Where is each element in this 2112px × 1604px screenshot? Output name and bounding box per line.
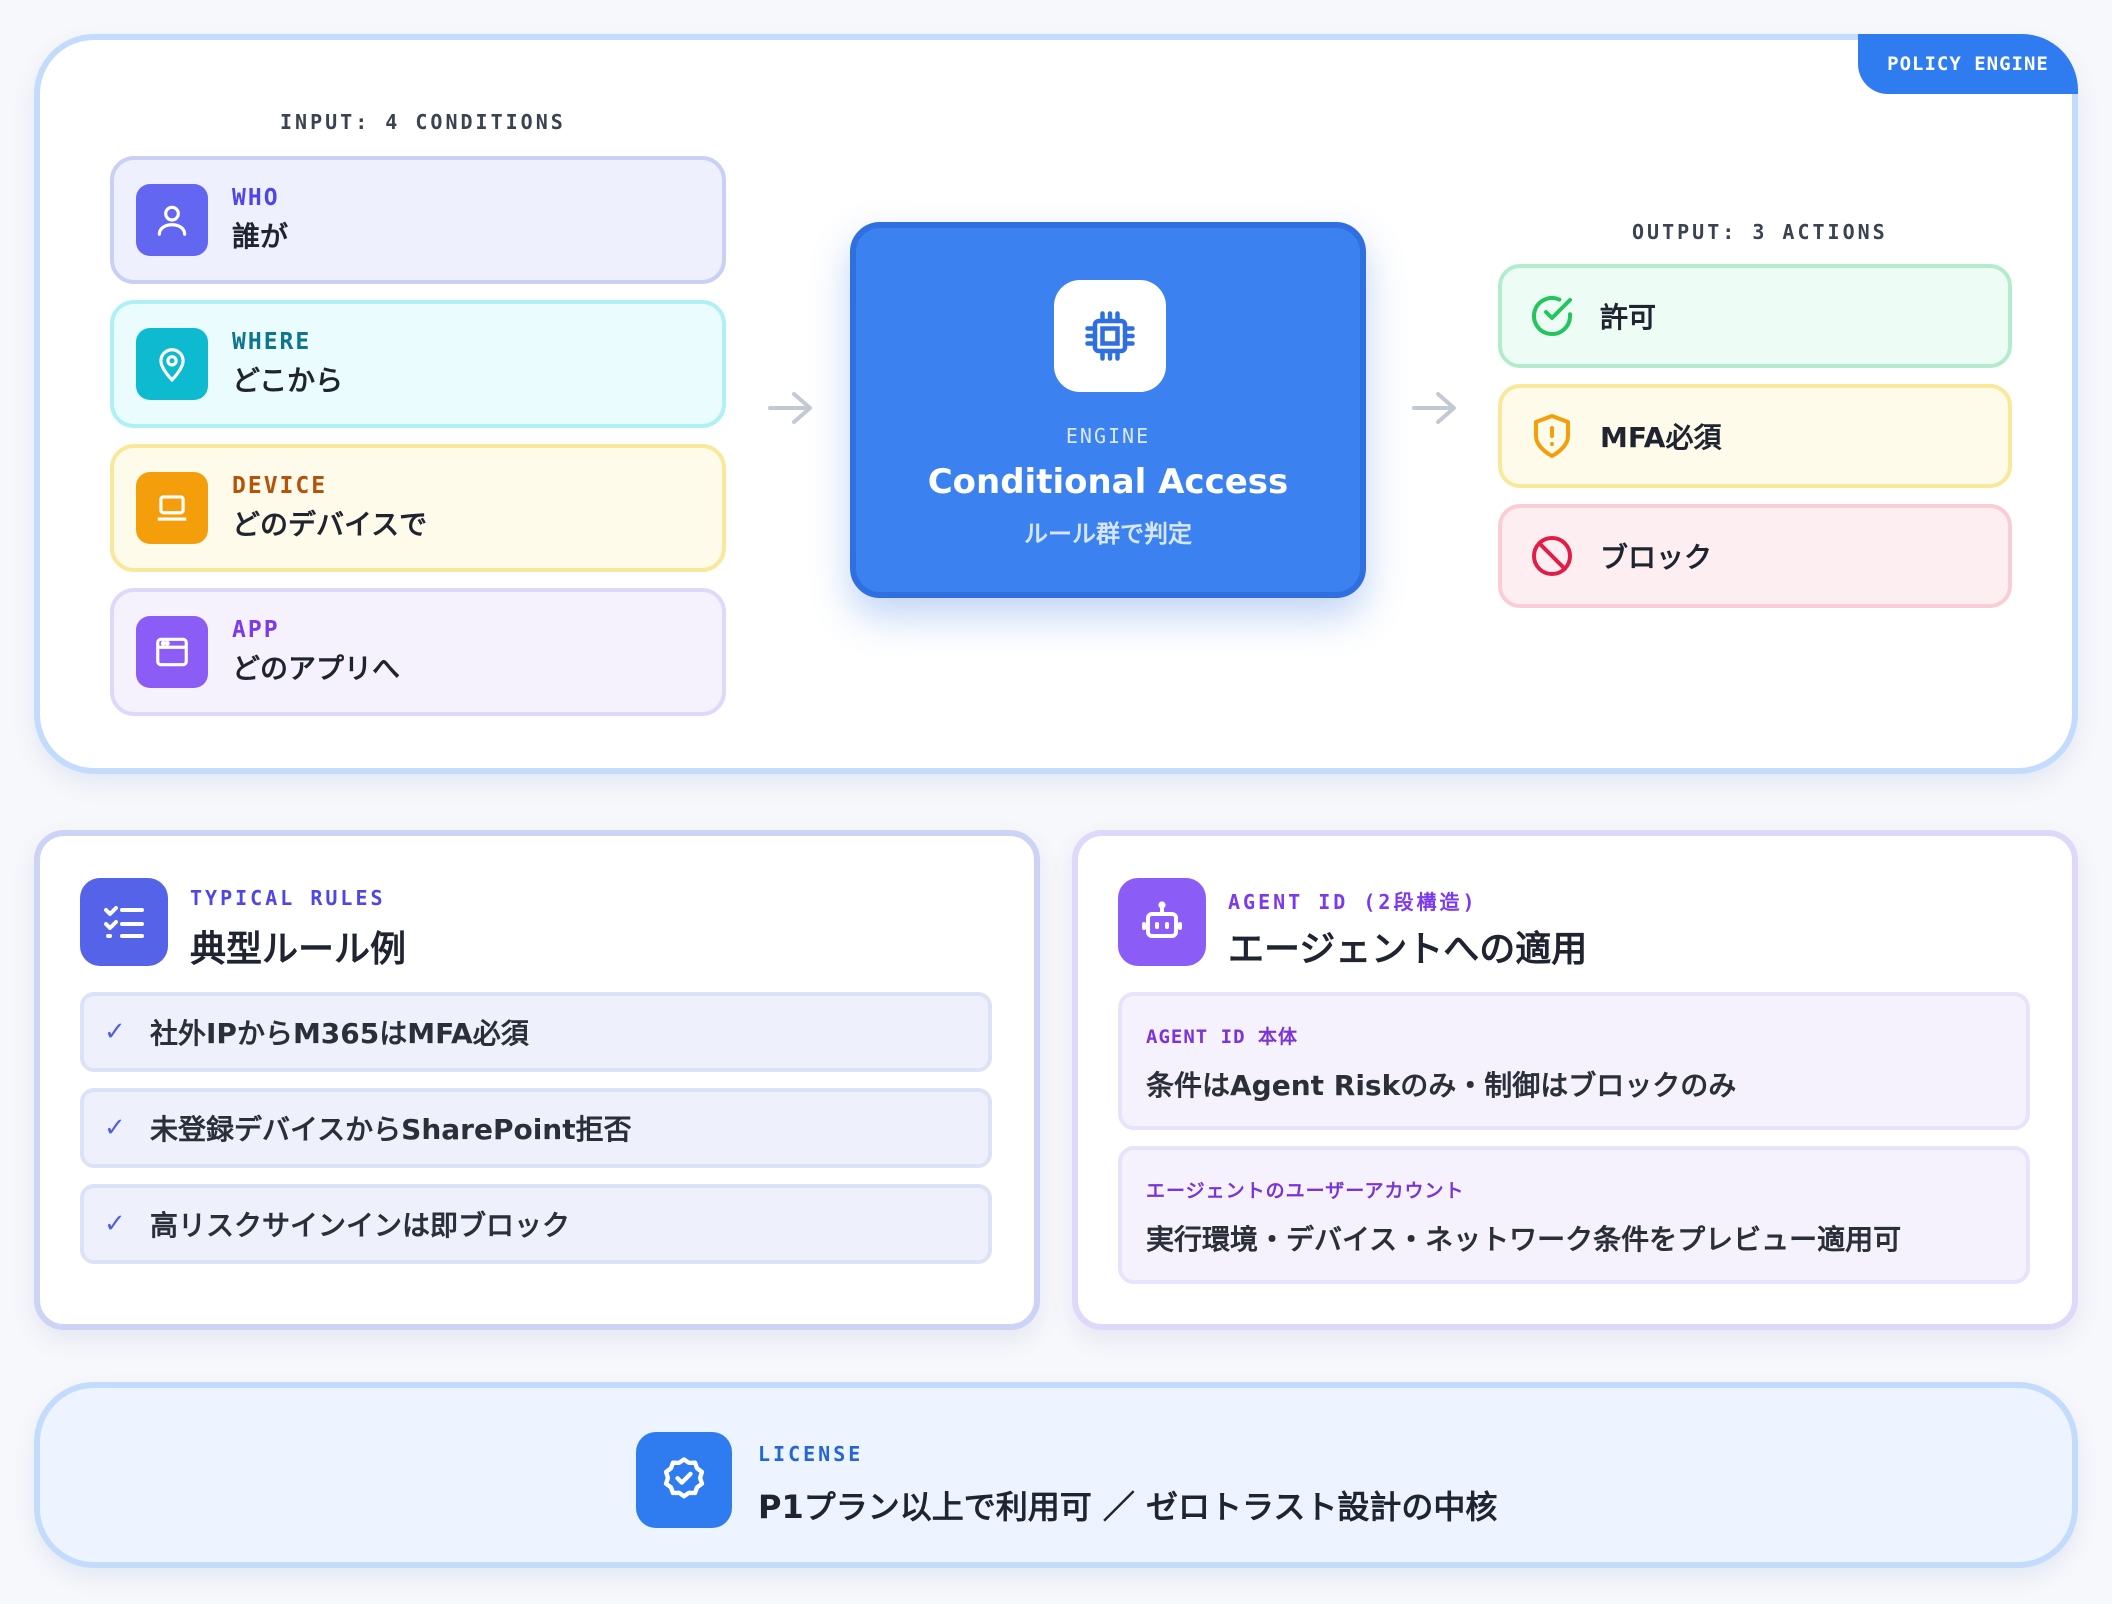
engine-subtitle: ルール群で判定 <box>1024 520 1192 548</box>
arrow-right-icon <box>1412 392 1456 424</box>
rule-text: 未登録デバイスからSharePoint拒否 <box>150 1113 632 1146</box>
license-caption: LICENSE <box>758 1442 864 1466</box>
condition-device: DEVICE どのデバイスで <box>110 444 726 572</box>
condition-app: APP どのアプリへ <box>110 588 726 716</box>
agent-id-block: AGENT ID 本体 条件はAgent Riskのみ・制御はブロックのみ <box>1118 992 2030 1130</box>
condition-label: WHO <box>232 185 280 211</box>
action-label: 許可 <box>1600 301 1657 334</box>
engine-title: Conditional Access <box>927 462 1289 502</box>
check-icon: ✓ <box>104 1209 126 1239</box>
condition-text: どのアプリへ <box>232 652 401 685</box>
condition-text: どこから <box>232 364 344 397</box>
agent-block-label: エージェントのユーザーアカウント <box>1146 1180 1465 1202</box>
rule-item: ✓ 社外IPからM365はMFA必須 <box>80 992 992 1072</box>
condition-label: DEVICE <box>232 473 328 499</box>
agent-title: エージェントへの適用 <box>1228 929 1588 970</box>
location-pin-icon <box>136 328 208 400</box>
user-icon <box>136 184 208 256</box>
conditional-access-engine: ENGINE Conditional Access ルール群で判定 <box>850 222 1366 598</box>
rules-title: 典型ルール例 <box>190 929 407 970</box>
rule-text: 社外IPからM365はMFA必須 <box>150 1017 529 1050</box>
agent-caption: AGENT ID (2段構造) <box>1228 890 1478 914</box>
agent-block-text: 実行環境・デバイス・ネットワーク条件をプレビュー適用可 <box>1146 1223 1902 1256</box>
agent-block-label: AGENT ID 本体 <box>1146 1026 1298 1048</box>
license-banner: LICENSE P1プラン以上で利用可 ／ ゼロトラスト設計の中核 <box>34 1382 2078 1568</box>
action-mfa: MFA必須 <box>1498 384 2012 488</box>
license-text: P1プラン以上で利用可 ／ ゼロトラスト設計の中核 <box>758 1488 1498 1526</box>
condition-who: WHO 誰が <box>110 156 726 284</box>
laptop-icon <box>136 472 208 544</box>
agent-user-account-block: エージェントのユーザーアカウント 実行環境・デバイス・ネットワーク条件をプレビュ… <box>1118 1146 2030 1284</box>
app-window-icon <box>136 616 208 688</box>
check-circle-icon <box>1532 296 1572 336</box>
output-caption: OUTPUT: 3 ACTIONS <box>1632 220 1888 244</box>
policy-engine-tag: POLICY ENGINE <box>1858 34 2078 94</box>
condition-text: 誰が <box>232 220 289 253</box>
action-label: ブロック <box>1600 541 1713 574</box>
condition-label: APP <box>232 617 280 643</box>
robot-icon <box>1118 878 1206 966</box>
engine-label: ENGINE <box>1065 424 1151 448</box>
rule-item: ✓ 未登録デバイスからSharePoint拒否 <box>80 1088 992 1168</box>
cpu-chip-icon <box>1054 280 1166 392</box>
action-block: ブロック <box>1498 504 2012 608</box>
check-icon: ✓ <box>104 1017 126 1047</box>
check-icon: ✓ <box>104 1113 126 1143</box>
block-icon <box>1532 536 1572 576</box>
action-allow: 許可 <box>1498 264 2012 368</box>
arrow-right-icon <box>768 392 812 424</box>
policy-engine-panel: POLICY ENGINE INPUT: 4 CONDITIONS WHO 誰が… <box>34 34 2078 774</box>
condition-where: WHERE どこから <box>110 300 726 428</box>
rule-text: 高リスクサインインは即ブロック <box>150 1209 571 1242</box>
checklist-icon <box>80 878 168 966</box>
condition-text: どのデバイスで <box>232 508 428 541</box>
action-label: MFA必須 <box>1600 421 1722 454</box>
rule-item: ✓ 高リスクサインインは即ブロック <box>80 1184 992 1264</box>
rules-caption: TYPICAL RULES <box>190 886 386 910</box>
agent-block-text: 条件はAgent Riskのみ・制御はブロックのみ <box>1146 1069 1737 1102</box>
shield-alert-icon <box>1534 414 1570 458</box>
agent-id-card: AGENT ID (2段構造) エージェントへの適用 AGENT ID 本体 条… <box>1072 830 2078 1330</box>
input-caption: INPUT: 4 CONDITIONS <box>280 110 566 134</box>
typical-rules-card: TYPICAL RULES 典型ルール例 ✓ 社外IPからM365はMFA必須 … <box>34 830 1040 1330</box>
condition-label: WHERE <box>232 329 312 355</box>
verified-badge-icon <box>636 1432 732 1528</box>
